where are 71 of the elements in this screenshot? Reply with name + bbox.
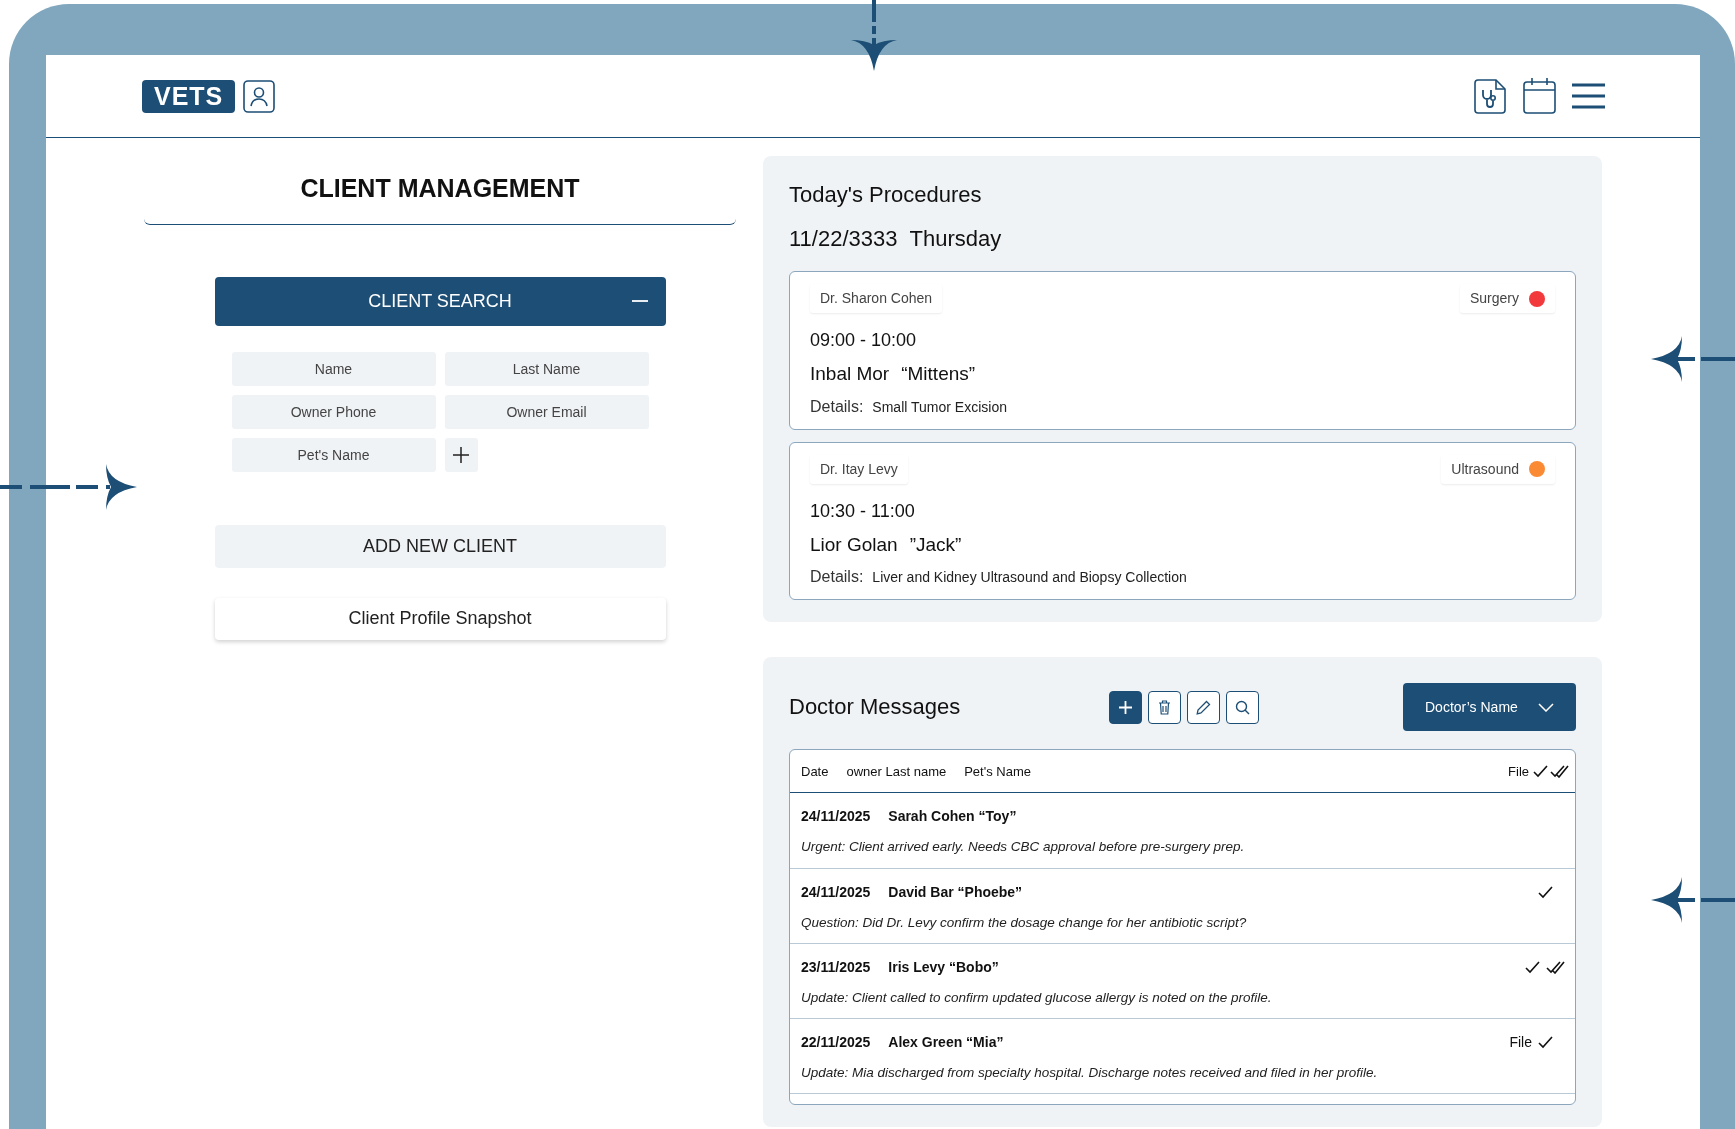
add-new-client-button[interactable]: ADD NEW CLIENT (214, 524, 666, 568)
message-text: Update: Mia discharged from specialty hospital. Discharge notes received and filed in her profile. (801, 1064, 1379, 1083)
doctor-filter-dropdown[interactable]: Doctor’s Name (1403, 683, 1576, 732)
client-profile-snapshot-button[interactable]: Client Profile Snapshot (214, 597, 666, 640)
input-field[interactable]: Name (231, 351, 436, 386)
file-label: File (1509, 1033, 1532, 1053)
owner-name: Inbal Mor (810, 362, 890, 387)
details-label: Details: (810, 567, 864, 588)
delete-button[interactable] (1148, 690, 1181, 724)
message-date: 24/11/2025 (801, 807, 871, 827)
procedure-card[interactable]: Dr. Sharon Cohen Surgery 09:00 - 10:00 Inbal Mor “Mittens” Details: Small Tumor Excision (789, 271, 1576, 430)
message-date: 23/11/2025 (801, 957, 871, 977)
message-client: Iris Levy “Bobo” (888, 957, 999, 977)
pet-name: “Mittens” (901, 362, 976, 387)
search-icon (1235, 699, 1250, 715)
message-date: 22/11/2025 (801, 1033, 871, 1053)
plus-icon (1118, 699, 1133, 715)
pencil-icon (1196, 699, 1211, 715)
pointer-arrow (850, 0, 898, 72)
column-header: File (1508, 762, 1529, 781)
stethoscope-document-icon[interactable] (1474, 78, 1507, 114)
procedure-type: Surgery (1469, 289, 1519, 309)
message-text: Question: Did Dr. Levy confirm the dosage change for her antibiotic script? (801, 913, 1248, 932)
message-client: Sarah Cohen “Toy” (888, 807, 1017, 827)
double-check-icon (1550, 764, 1569, 778)
edit-button[interactable] (1187, 690, 1220, 724)
doctor-name: Dr. Sharon Cohen (810, 284, 943, 314)
message-row[interactable]: 24/11/2025 Sarah Cohen “Toy” Urgent: Client arrived early. Needs CBC approval before pre-surgery prep. (790, 793, 1575, 869)
message-row[interactable]: 22/11/2025 Alex Green “Mia” File Update: Mia discharged from specialty hospital. Discharge notes received and filed in her profile. (790, 1019, 1575, 1095)
section-title: Today's Procedures (789, 182, 983, 209)
plus-icon (453, 446, 469, 463)
doctor-name: Dr. Itay Levy (810, 454, 908, 484)
details-label: Details: (810, 396, 864, 417)
column-header: Date (801, 762, 829, 781)
client-search-toggle[interactable]: CLIENT SEARCH (214, 276, 666, 326)
message-row[interactable]: 23/11/2025 Iris Levy “Bobo” Update: Client called to confirm updated glucose allergy is noted on the profile. (790, 943, 1575, 1020)
search-button[interactable] (1226, 690, 1259, 724)
message-row[interactable]: 24/11/2025 David Bar “Phoebe” Question: Did Dr. Levy confirm the dosage change for her antibiotic script? (790, 868, 1575, 944)
input-field[interactable]: Owner Email (444, 394, 649, 429)
menu-icon[interactable] (1572, 83, 1605, 109)
owner-name: Lior Golan (810, 532, 898, 557)
procedure-details: Liver and Kidney Ultrasound and Biopsy Collection (872, 568, 1187, 588)
collapse-icon (631, 299, 648, 302)
input-field[interactable]: Pet's Name (231, 437, 436, 472)
message-text: Update: Client called to confirm updated glucose allergy is noted on the profile. (801, 988, 1273, 1007)
procedures-date: 11/22/3333 (789, 225, 898, 254)
procedure-time: 10:30 - 11:00 (810, 499, 916, 523)
calendar-icon[interactable] (1523, 78, 1556, 114)
add-field-button[interactable] (444, 437, 478, 472)
procedure-details: Small Tumor Excision (872, 397, 1007, 417)
message-date: 24/11/2025 (801, 882, 871, 902)
add-button[interactable] (1109, 690, 1142, 724)
pet-name: ”Jack” (909, 532, 962, 557)
procedure-card[interactable]: Dr. Itay Levy Ultrasound 10:30 - 11:00 Lior Golan ”Jack” Details: Liver and Kidney Ultrasound and Biopsy Collection (789, 441, 1576, 601)
weekday: Thursday (909, 225, 1002, 254)
message-client: David Bar “Phoebe” (888, 882, 1023, 902)
section-title: Doctor Messages (789, 694, 962, 721)
input-field[interactable]: Last Name (444, 351, 649, 386)
chevron-down-icon (1538, 702, 1554, 712)
message-client: Alex Green “Mia” (888, 1033, 1004, 1053)
procedure-time: 09:00 - 10:00 (810, 329, 918, 353)
input-field[interactable]: Owner Phone (231, 394, 436, 429)
column-header: owner Last name (846, 762, 947, 781)
page-title: CLIENT MANAGEMENT (144, 156, 736, 225)
logo[interactable]: VETS (142, 79, 236, 113)
user-icon[interactable] (243, 79, 276, 113)
column-header: Pet's Name (964, 762, 1031, 781)
procedure-type: Ultrasound (1451, 459, 1519, 479)
trash-icon (1158, 699, 1171, 715)
check-icon (1533, 764, 1548, 778)
message-text: Urgent: Client arrived early. Needs CBC approval before pre-surgery prep. (801, 838, 1246, 857)
